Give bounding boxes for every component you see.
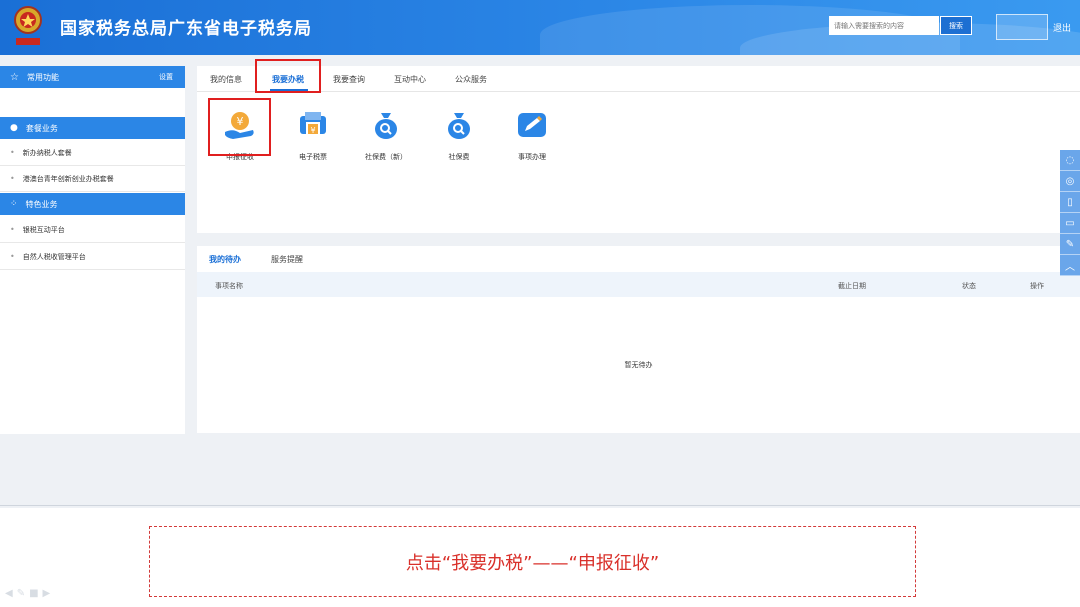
matter-handling-icon [518, 113, 546, 137]
edit-icon[interactable]: ✎ [1060, 234, 1080, 255]
social-insurance-new-icon [375, 113, 397, 139]
weibo-icon[interactable]: ◎ [1060, 171, 1080, 192]
top-icon[interactable]: ︿ [1060, 255, 1080, 276]
bullet: • [10, 252, 15, 261]
tablet-icon[interactable]: ▭ [1060, 213, 1080, 234]
search-button[interactable]: 搜索 [940, 16, 972, 35]
page-background-strip [0, 434, 1080, 506]
e-tax-ticket-icon: ¥ [300, 112, 326, 138]
grid-icon: ⁘ [10, 199, 18, 209]
package-section-label: 套餐业务 [25, 123, 58, 133]
top-header: 国家税务总局广东省电子税务局 搜索 退出 [0, 0, 1080, 55]
service-social-insurance-new[interactable]: 社保费（新） [356, 110, 416, 162]
service-highlight-box [208, 98, 271, 156]
column-header-action: 操作 [1030, 282, 1044, 290]
tab-service-reminder[interactable]: 服务提醒 [271, 254, 303, 265]
user-info-box[interactable] [996, 14, 1048, 40]
slide-controls: ◀✎■▶ [5, 588, 54, 599]
chat-icon[interactable]: ◌ [1060, 150, 1080, 171]
sidebar-item-new-taxpayer[interactable]: • 新办纳税人套餐 [0, 140, 185, 166]
settings-link[interactable]: 设置 [159, 72, 173, 82]
sidebar-item-label: 银税互动平台 [22, 225, 65, 234]
common-functions-header: ☆ 常用功能 设置 [0, 66, 185, 88]
sidebar-item-natural-person[interactable]: • 自然人税收管理平台 [0, 244, 185, 270]
empty-todo-text: 暂无待办 [624, 361, 653, 369]
instruction-text: 点击“我要办税”——“申报征收” [405, 552, 660, 574]
sidebar: ☆ 常用功能 设置 ● 套餐业务 • 新办纳税人套餐 • 港澳台青年创新创业办税… [0, 66, 185, 434]
column-header-name: 事项名称 [215, 282, 243, 290]
tab-public-service[interactable]: 公众服务 [455, 74, 487, 85]
tab-my-todo[interactable]: 我的待办 [209, 254, 241, 265]
pen-icon[interactable]: ✎ [17, 588, 29, 599]
floating-toolbar: ◌ ◎ ▯ ▭ ✎ ︿ [1060, 150, 1080, 276]
service-label: 事项办理 [518, 153, 546, 161]
todo-table-header: 事项名称 截止日期 状态 操作 [197, 272, 1080, 297]
sidebar-item-label: 港澳台青年创新创业办税套餐 [22, 174, 114, 183]
package-icon: ● [10, 123, 18, 133]
tab-query[interactable]: 我要查询 [333, 74, 365, 85]
search-input[interactable] [829, 16, 939, 35]
feature-section-header[interactable]: ⁘ 特色业务 [0, 193, 185, 215]
tax-emblem-icon [14, 6, 42, 45]
package-section-header[interactable]: ● 套餐业务 [0, 117, 185, 139]
todo-panel: 我的待办 服务提醒 更多 事项名称 截止日期 状态 操作 暂无待办 [197, 246, 1080, 433]
main-tabs: 我的信息 我要办税 我要查询 互动中心 公众服务 [197, 66, 1080, 92]
site-title: 国家税务总局广东省电子税务局 [60, 19, 312, 39]
bullet: • [10, 148, 15, 157]
social-insurance-icon [448, 113, 470, 139]
tab-highlight-box [255, 59, 321, 93]
instruction-callout: 点击“我要办税”——“申报征收” [149, 526, 916, 597]
star-outline-icon: ☆ [10, 71, 19, 83]
sidebar-item-bank-tax[interactable]: • 银税互动平台 [0, 217, 185, 243]
sidebar-item-label: 新办纳税人套餐 [22, 148, 72, 157]
bullet: • [10, 174, 15, 183]
service-label: 社保费（新） [365, 153, 407, 161]
feature-section-label: 特色业务 [25, 199, 58, 209]
service-social-insurance[interactable]: 社保费 [429, 110, 489, 162]
logout-link[interactable]: 退出 [1053, 21, 1071, 34]
svg-text:¥: ¥ [310, 126, 315, 135]
next-icon[interactable]: ▶ [43, 588, 55, 599]
sidebar-item-hk-mo-tw-youth[interactable]: • 港澳台青年创新创业办税套餐 [0, 166, 185, 192]
main-panel: 我的信息 我要办税 我要查询 互动中心 公众服务 ¥ 申报征收 ¥ 电子税票 社… [197, 59, 1080, 233]
sidebar-item-label: 自然人税收管理平台 [22, 252, 86, 261]
menu-icon[interactable]: ■ [29, 588, 42, 599]
service-e-tax-ticket[interactable]: ¥ 电子税票 [283, 110, 343, 162]
service-label: 社保费 [448, 153, 470, 161]
tab-my-info[interactable]: 我的信息 [210, 74, 242, 85]
column-header-status: 状态 [962, 282, 976, 290]
service-matter-handling[interactable]: 事项办理 [502, 110, 562, 162]
common-functions-label: 常用功能 [26, 72, 59, 82]
column-header-deadline: 截止日期 [838, 282, 866, 290]
service-label: 电子税票 [299, 153, 327, 161]
prev-icon[interactable]: ◀ [5, 588, 17, 599]
mobile-icon[interactable]: ▯ [1060, 192, 1080, 213]
tab-interaction[interactable]: 互动中心 [394, 74, 426, 85]
bullet: • [10, 225, 15, 234]
